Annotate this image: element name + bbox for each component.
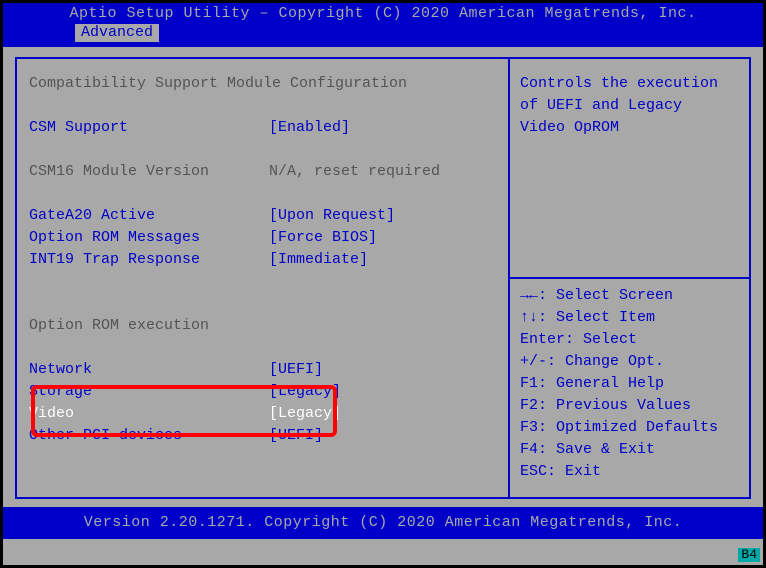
network-value: [UEFI] xyxy=(269,359,323,381)
help-line-3: Video OpROM xyxy=(520,117,739,139)
header-bar: Aptio Setup Utility – Copyright (C) 2020… xyxy=(3,3,763,47)
help-divider xyxy=(510,277,749,279)
key-f3: F3: Optimized Defaults xyxy=(520,417,739,439)
other-pci-row[interactable]: Other PCI devices [UEFI] xyxy=(29,425,496,447)
csm16-row: CSM16 Module Version N/A, reset required xyxy=(29,161,496,183)
oprom-exec-heading: Option ROM execution xyxy=(29,315,496,337)
key-select-screen: →←: Select Screen xyxy=(520,285,739,307)
storage-row[interactable]: Storage [Legacy] xyxy=(29,381,496,403)
help-panel: Controls the execution of UEFI and Legac… xyxy=(509,57,751,499)
csm-support-label: CSM Support xyxy=(29,117,269,139)
csm-support-value: [Enabled] xyxy=(269,117,350,139)
video-value: [Legacy] xyxy=(269,403,341,425)
tab-row: Advanced xyxy=(3,24,763,42)
int19-label: INT19 Trap Response xyxy=(29,249,269,271)
int19-value: [Immediate] xyxy=(269,249,368,271)
network-row[interactable]: Network [UEFI] xyxy=(29,359,496,381)
header-title: Aptio Setup Utility – Copyright (C) 2020… xyxy=(3,3,763,22)
gatea20-row[interactable]: GateA20 Active [Upon Request] xyxy=(29,205,496,227)
help-line-2: of UEFI and Legacy xyxy=(520,95,739,117)
csm-support-row[interactable]: CSM Support [Enabled] xyxy=(29,117,496,139)
oprom-msg-label: Option ROM Messages xyxy=(29,227,269,249)
settings-panel: Compatibility Support Module Configurati… xyxy=(15,57,509,499)
help-line-1: Controls the execution xyxy=(520,73,739,95)
key-f1: F1: General Help xyxy=(520,373,739,395)
key-select-item: ↑↓: Select Item xyxy=(520,307,739,329)
main-area: Compatibility Support Module Configurati… xyxy=(3,47,763,507)
int19-row[interactable]: INT19 Trap Response [Immediate] xyxy=(29,249,496,271)
section-title: Compatibility Support Module Configurati… xyxy=(29,73,496,95)
storage-label: Storage xyxy=(29,381,269,403)
gatea20-value: [Upon Request] xyxy=(269,205,395,227)
csm16-value: N/A, reset required xyxy=(269,161,440,183)
key-hints: →←: Select Screen ↑↓: Select Item Enter:… xyxy=(520,285,739,483)
oprom-msg-value: [Force BIOS] xyxy=(269,227,377,249)
video-label: Video xyxy=(29,403,269,425)
key-change-opt: +/-: Change Opt. xyxy=(520,351,739,373)
tab-advanced[interactable]: Advanced xyxy=(75,24,159,42)
video-row[interactable]: Video [Legacy] xyxy=(29,403,496,425)
oprom-msg-row[interactable]: Option ROM Messages [Force BIOS] xyxy=(29,227,496,249)
other-pci-label: Other PCI devices xyxy=(29,425,269,447)
gatea20-label: GateA20 Active xyxy=(29,205,269,227)
key-f4: F4: Save & Exit xyxy=(520,439,739,461)
key-enter: Enter: Select xyxy=(520,329,739,351)
csm16-label: CSM16 Module Version xyxy=(29,161,269,183)
footer-bar: Version 2.20.1271. Copyright (C) 2020 Am… xyxy=(3,507,763,539)
key-f2: F2: Previous Values xyxy=(520,395,739,417)
bios-frame: Aptio Setup Utility – Copyright (C) 2020… xyxy=(0,0,766,568)
network-label: Network xyxy=(29,359,269,381)
help-text: Controls the execution of UEFI and Legac… xyxy=(520,73,739,139)
storage-value: [Legacy] xyxy=(269,381,341,403)
other-pci-value: [UEFI] xyxy=(269,425,323,447)
corner-badge: B4 xyxy=(738,548,760,562)
key-esc: ESC: Exit xyxy=(520,461,739,483)
